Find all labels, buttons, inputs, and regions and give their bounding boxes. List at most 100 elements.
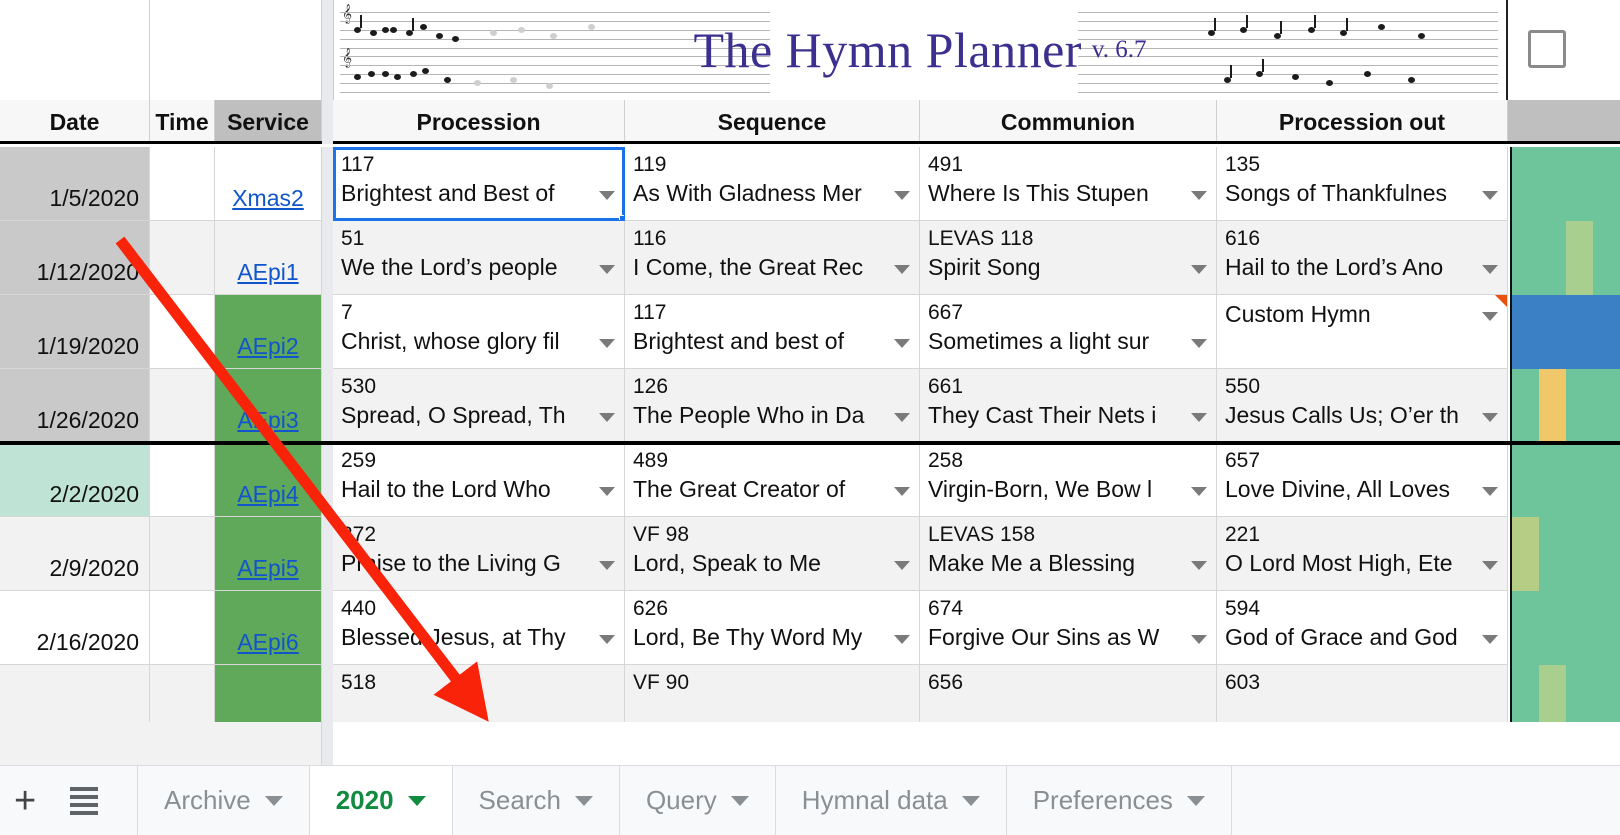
cell-communion[interactable]: LEVAS 158 Make Me a Blessing bbox=[920, 517, 1217, 591]
chevron-down-icon[interactable] bbox=[1191, 265, 1207, 274]
cell-sequence[interactable]: VF 90 bbox=[625, 665, 920, 722]
status-indicator-strip[interactable] bbox=[1510, 221, 1620, 295]
chevron-down-icon[interactable] bbox=[1191, 191, 1207, 200]
cell-procession[interactable]: 372 Praise to the Living G bbox=[333, 517, 625, 591]
chevron-down-icon[interactable] bbox=[599, 635, 615, 644]
cell-service[interactable] bbox=[215, 665, 322, 722]
chevron-down-icon[interactable] bbox=[730, 795, 749, 806]
cell-procession[interactable]: 440 Blessed Jesus, at Thy bbox=[333, 591, 625, 665]
sheet-tab-search[interactable]: Search bbox=[453, 766, 620, 835]
cell-procession[interactable]: 117 Brightest and Best of bbox=[333, 147, 625, 221]
chevron-down-icon[interactable] bbox=[894, 413, 910, 422]
status-indicator-strip[interactable] bbox=[1510, 665, 1620, 722]
chevron-down-icon[interactable] bbox=[599, 265, 615, 274]
fill-handle[interactable] bbox=[619, 215, 624, 220]
service-link[interactable]: AEpi4 bbox=[237, 481, 298, 508]
sheet-tab-2020[interactable]: 2020 bbox=[309, 766, 453, 835]
chevron-down-icon[interactable] bbox=[599, 487, 615, 496]
hamburger-menu-icon[interactable] bbox=[70, 786, 99, 815]
service-link[interactable]: Xmas2 bbox=[232, 185, 304, 212]
cell-time[interactable] bbox=[150, 665, 215, 722]
chevron-down-icon[interactable] bbox=[1191, 561, 1207, 570]
cell-service[interactable]: AEpi4 bbox=[215, 443, 322, 517]
table-row[interactable]: 2/16/2020 AEpi6 440 Blessed Jesus, at Thy 6… bbox=[0, 591, 1620, 665]
chevron-down-icon[interactable] bbox=[599, 339, 615, 348]
cell-procession[interactable]: 51 We the Lord’s people bbox=[333, 221, 625, 295]
table-row[interactable]: 1/26/2020 AEpi3 530 Spread, O Spread, Th 126… bbox=[0, 369, 1620, 443]
cell-procession-out[interactable]: 550 Jesus Calls Us; O’er th bbox=[1217, 369, 1508, 443]
chevron-down-icon[interactable] bbox=[1482, 413, 1498, 422]
cell-procession[interactable]: 259 Hail to the Lord Who bbox=[333, 443, 625, 517]
cell-communion[interactable]: LEVAS 118 Spirit Song bbox=[920, 221, 1217, 295]
cell-sequence[interactable]: VF 98 Lord, Speak to Me bbox=[625, 517, 920, 591]
column-header-procession[interactable]: Procession bbox=[333, 100, 625, 144]
chevron-down-icon[interactable] bbox=[894, 487, 910, 496]
chevron-down-icon[interactable] bbox=[1186, 795, 1205, 806]
status-indicator-strip[interactable] bbox=[1510, 369, 1620, 443]
banner-time-blank-cell[interactable] bbox=[150, 0, 322, 100]
chevron-down-icon[interactable] bbox=[1482, 635, 1498, 644]
cell-time[interactable] bbox=[150, 221, 215, 295]
status-indicator-strip[interactable] bbox=[1510, 147, 1620, 221]
cell-communion[interactable]: 491 Where Is This Stupen bbox=[920, 147, 1217, 221]
cell-service[interactable]: Xmas2 bbox=[215, 147, 322, 221]
cell-communion[interactable]: 667 Sometimes a light sur bbox=[920, 295, 1217, 369]
chevron-down-icon[interactable] bbox=[894, 191, 910, 200]
banner-left-blank-cell[interactable] bbox=[0, 0, 150, 100]
cell-service[interactable]: AEpi6 bbox=[215, 591, 322, 665]
status-indicator-strip[interactable] bbox=[1510, 443, 1620, 517]
cell-procession-out[interactable]: 594 God of Grace and God bbox=[1217, 591, 1508, 665]
column-header-date[interactable]: Date bbox=[0, 100, 150, 144]
cell-service[interactable]: AEpi5 bbox=[215, 517, 322, 591]
column-header-communion[interactable]: Communion bbox=[920, 100, 1217, 144]
table-row[interactable]: 1/19/2020 AEpi2 7 Christ, whose glory fil 11… bbox=[0, 295, 1620, 369]
table-row[interactable]: 518 VF 90 656 603 bbox=[0, 665, 1620, 722]
column-header-procession-out[interactable]: Procession out bbox=[1217, 100, 1508, 144]
service-link[interactable]: AEpi6 bbox=[237, 629, 298, 656]
status-indicator-strip[interactable] bbox=[1510, 295, 1620, 369]
service-link[interactable]: AEpi1 bbox=[237, 259, 298, 286]
cell-sequence[interactable]: 126 The People Who in Da bbox=[625, 369, 920, 443]
cell-date[interactable]: 1/19/2020 bbox=[0, 295, 150, 369]
cell-sequence[interactable]: 119 As With Gladness Mer bbox=[625, 147, 920, 221]
chevron-down-icon[interactable] bbox=[599, 561, 615, 570]
column-header-indicators[interactable] bbox=[1508, 100, 1620, 144]
service-link[interactable]: AEpi5 bbox=[237, 555, 298, 582]
cell-time[interactable] bbox=[150, 591, 215, 665]
chevron-down-icon[interactable] bbox=[961, 795, 980, 806]
print-range-checkbox[interactable] bbox=[1528, 30, 1566, 68]
chevron-down-icon[interactable] bbox=[894, 561, 910, 570]
sheet-tabs[interactable]: Archive 2020 Search Query Hymnal data Prefere… bbox=[138, 766, 1232, 835]
cell-service[interactable]: AEpi1 bbox=[215, 221, 322, 295]
chevron-down-icon[interactable] bbox=[599, 191, 615, 200]
chevron-down-icon[interactable] bbox=[1191, 339, 1207, 348]
cell-date[interactable]: 1/12/2020 bbox=[0, 221, 150, 295]
table-row[interactable]: 2/9/2020 AEpi5 372 Praise to the Living G VF… bbox=[0, 517, 1620, 591]
cell-date[interactable]: 1/26/2020 bbox=[0, 369, 150, 443]
chevron-down-icon[interactable] bbox=[1191, 413, 1207, 422]
cell-procession[interactable]: 518 bbox=[333, 665, 625, 722]
chevron-down-icon[interactable] bbox=[407, 795, 426, 806]
sheet-tab-query[interactable]: Query bbox=[620, 766, 776, 835]
data-grid[interactable]: 1/5/2020 Xmas2 117 Brightest and Best of 119… bbox=[0, 147, 1620, 722]
status-indicator-strip[interactable] bbox=[1510, 517, 1620, 591]
cell-time[interactable] bbox=[150, 517, 215, 591]
chevron-down-icon[interactable] bbox=[1482, 191, 1498, 200]
cell-date[interactable] bbox=[0, 665, 150, 722]
chevron-down-icon[interactable] bbox=[264, 795, 283, 806]
status-indicator-strip[interactable] bbox=[1510, 591, 1620, 665]
cell-communion[interactable]: 258 Virgin-Born, We Bow l bbox=[920, 443, 1217, 517]
column-header-service[interactable]: Service bbox=[215, 100, 322, 144]
cell-procession-out[interactable]: 135 Songs of Thankfulnes bbox=[1217, 147, 1508, 221]
cell-procession[interactable]: 7 Christ, whose glory fil bbox=[333, 295, 625, 369]
column-header-sequence[interactable]: Sequence bbox=[625, 100, 920, 144]
column-header-time[interactable]: Time bbox=[150, 100, 215, 144]
cell-procession-out[interactable]: 603 bbox=[1217, 665, 1508, 722]
chevron-down-icon[interactable] bbox=[1482, 561, 1498, 570]
cell-service[interactable]: AEpi2 bbox=[215, 295, 322, 369]
chevron-down-icon[interactable] bbox=[894, 339, 910, 348]
cell-date[interactable]: 1/5/2020 bbox=[0, 147, 150, 221]
cell-communion[interactable]: 674 Forgive Our Sins as W bbox=[920, 591, 1217, 665]
service-link[interactable]: AEpi2 bbox=[237, 333, 298, 360]
plus-icon[interactable]: + bbox=[14, 782, 36, 820]
